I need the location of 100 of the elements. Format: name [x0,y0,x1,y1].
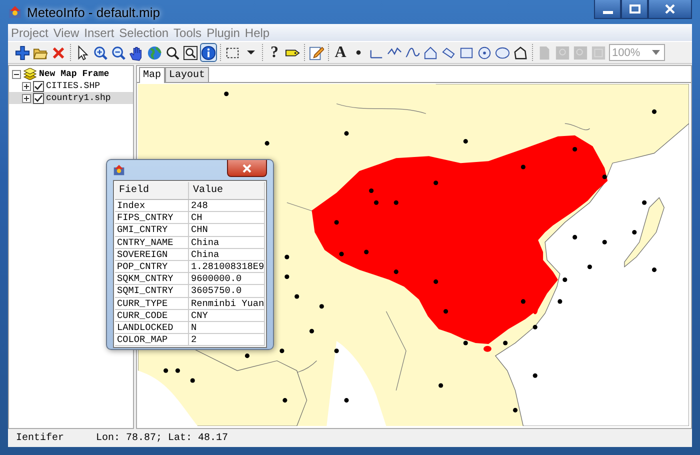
table-cell: CNTRY_NAME [115,236,189,248]
close-button[interactable] [227,160,267,177]
table-cell: 3605750.0 [189,285,265,296]
city-dot [512,408,518,412]
city-dot [175,368,180,373]
city-dot [572,146,578,152]
layers-icon [23,68,37,80]
city-dot [284,274,290,280]
city-dot [334,220,339,225]
island [624,197,664,268]
collapse-toggle[interactable] [12,70,21,78]
city-dot [374,200,379,205]
city-dot [282,398,288,403]
table-cell: CH [189,212,265,224]
fit-page-icon [591,44,606,60]
close-button[interactable] [648,0,692,19]
circle-icon [477,44,492,60]
minimize-icon [602,10,612,14]
city-dot [294,294,300,299]
city-dot [532,324,538,330]
freehand-polygon-icon [513,44,528,60]
maximize-button[interactable] [621,0,648,19]
zoom-box-button[interactable] [182,43,199,62]
minimize-button[interactable] [594,0,621,19]
menu-item[interactable]: Tools [172,26,205,40]
layer-row[interactable]: CITIES.SHP [9,80,133,92]
table-cell: China [189,248,265,260]
city-dot [463,340,468,346]
maximize-icon [628,4,640,14]
column-header[interactable]: Field [115,182,189,199]
table-cell: 248 [189,200,265,212]
city-dot [642,200,647,205]
city-dot [319,304,324,309]
expand-toggle[interactable] [22,82,31,90]
column-header[interactable]: Value [189,182,265,199]
map-frame-label[interactable]: New Map Frame [39,69,110,79]
menu-item[interactable]: Project [9,26,52,40]
table-cell: SQMI_CNTRY [115,285,189,296]
status-tool-text: Ientifer [16,432,64,444]
city-dot [369,188,374,194]
zoom-in-icon [93,44,108,60]
city-dot [190,378,195,383]
table-cell: China [189,236,265,248]
table-cell: FIPS_CNTRY [115,212,189,224]
table-cell: SQKM_CNTRY [115,273,189,284]
close-icon [242,164,252,172]
table-cell: N [189,322,265,334]
city-dot [587,264,592,270]
table-cell: POP_CNTRY [115,260,189,272]
city-dot [443,309,448,314]
layer-checkbox[interactable] [33,92,44,104]
tab[interactable]: Map [139,67,166,83]
close-icon [664,4,676,14]
city-dot [309,328,314,334]
caret-icon [652,50,660,55]
dot-icon [356,50,361,55]
table-cell: CNY [189,310,265,321]
city-dot [394,200,398,205]
zoom-page-icon [573,44,588,60]
table-cell: Renminbi Yuan [189,298,266,309]
city-dot [438,383,444,388]
table-cell: GMI_CNTRY [115,224,189,236]
city-dot [520,164,526,170]
city-dot [434,279,438,284]
hand-icon [129,44,144,60]
app-logo-icon [113,164,125,176]
layer-row[interactable]: country1.shp [9,92,133,104]
plus-button[interactable] [14,43,31,62]
table-cell: 2 [189,334,265,346]
city-dot [334,348,339,354]
city-dot [280,348,284,354]
info-button[interactable] [200,43,217,62]
menu-item[interactable]: Selection [117,26,172,40]
menu-item[interactable]: Plugin [204,26,243,40]
city-dot [244,354,250,358]
city-dot [344,131,349,136]
city-dot [164,368,168,373]
city-dot [532,373,538,378]
table-cell: 1.281008318E9 [189,260,266,272]
expand-toggle[interactable] [22,94,31,102]
tab[interactable]: Layout [165,67,210,82]
menu-item[interactable]: Help [242,26,273,40]
close-icon [51,44,66,60]
zoom-box-icon [183,44,198,60]
table-cell: SOVEREIGN [115,248,189,260]
magnifier-icon [165,44,180,60]
city-dot [602,240,607,244]
table-cell: CURR_CODE [115,310,189,321]
menu-item[interactable]: Insert [82,26,118,40]
text-tool[interactable]: A [332,43,349,62]
page-icon [537,44,552,60]
city-dot [632,230,637,235]
layer-checkbox[interactable] [33,80,44,92]
city-dot [520,299,526,304]
edit-icon [309,44,324,60]
status-coordinates: Lon: 78.87; Lat: 48.17 [96,432,228,444]
city-dot [572,234,578,240]
menu-item[interactable]: View [51,26,82,40]
city-dot [503,340,508,346]
app-logo-icon [8,5,22,19]
